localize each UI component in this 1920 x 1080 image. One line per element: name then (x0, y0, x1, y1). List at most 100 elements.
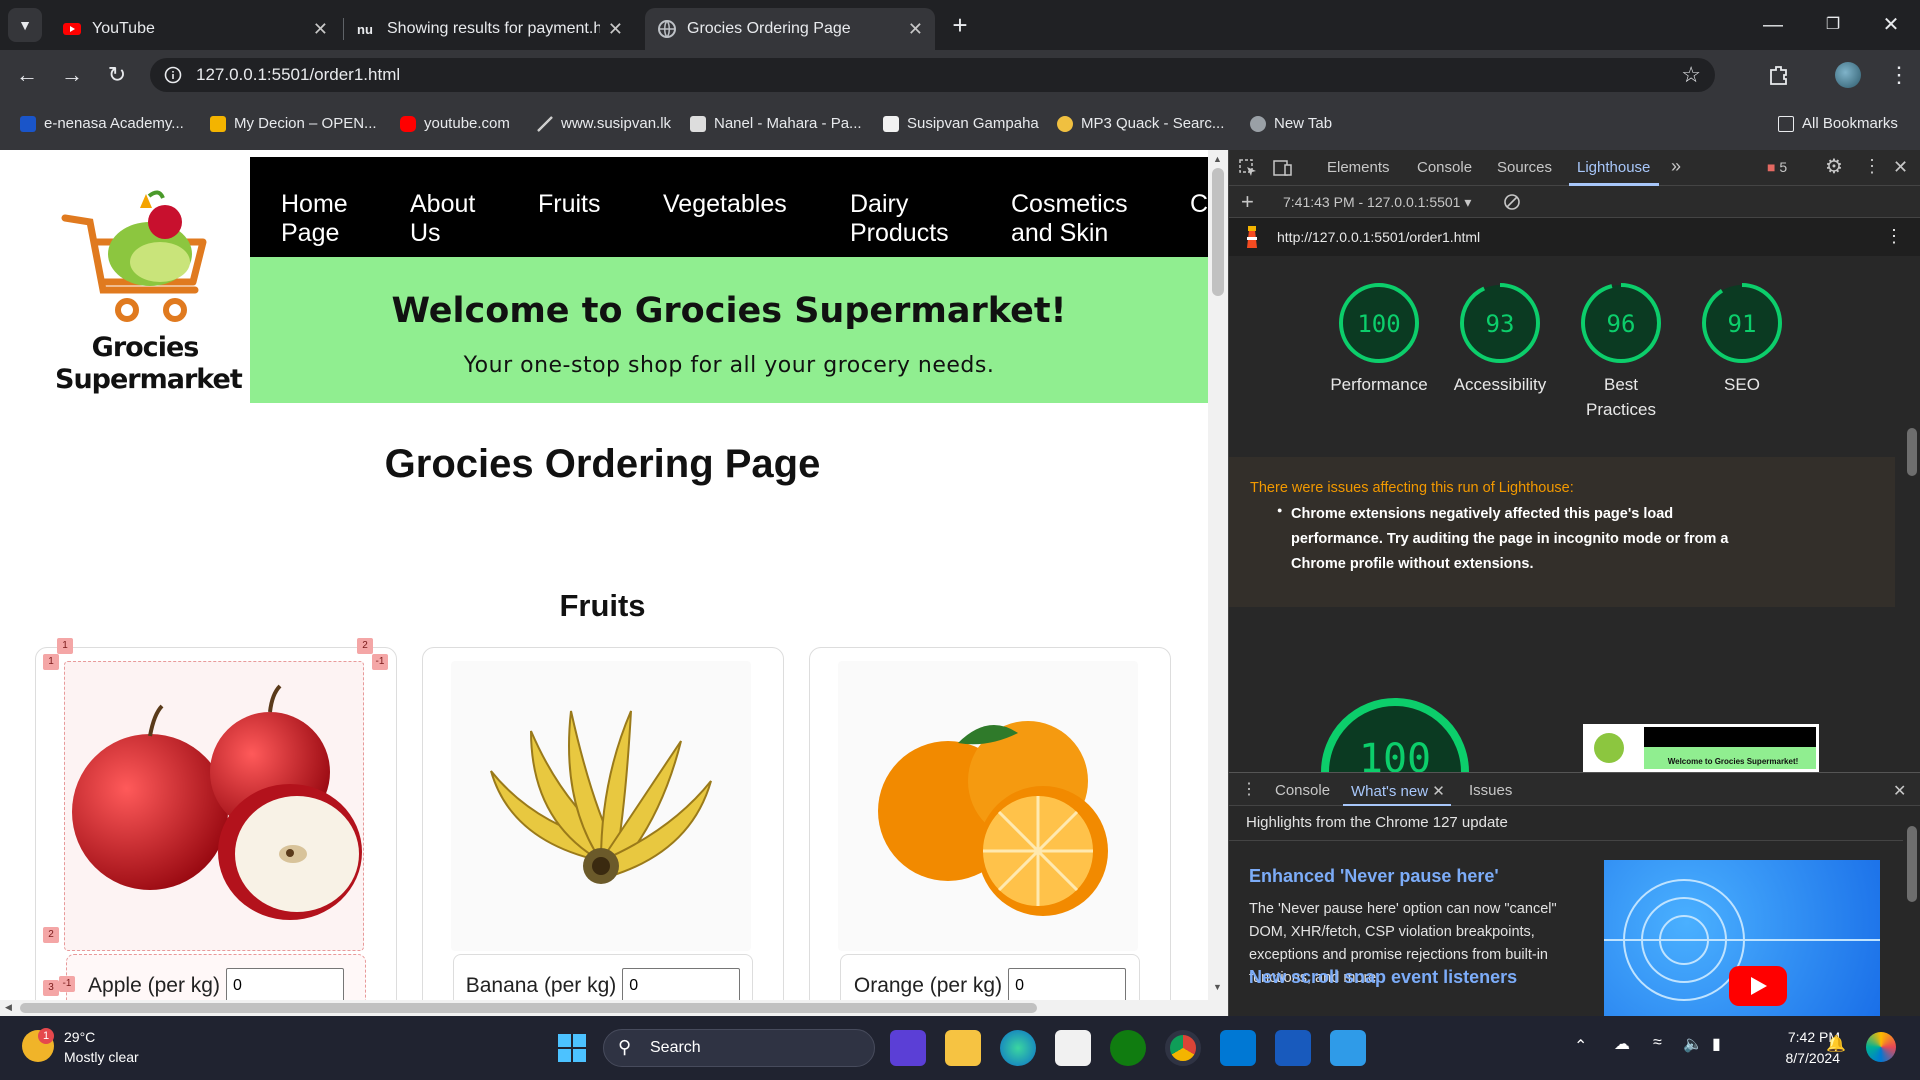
scroll-up-arrow[interactable]: ▲ (1213, 154, 1222, 164)
drawer-tab-console[interactable]: Console (1275, 782, 1330, 799)
scroll-thumb[interactable] (1907, 826, 1917, 902)
drawer-tab-whats-new[interactable]: What's new ✕ (1351, 782, 1445, 800)
close-tab-icon[interactable]: ✕ (608, 19, 623, 40)
browser-menu-icon[interactable]: ⋮ (1888, 60, 1910, 90)
bookmark-susipvan-gampaha[interactable]: Susipvan Gampaha (883, 115, 1039, 132)
nav-more[interactable]: C (1190, 190, 1208, 219)
youtube-play-icon[interactable] (1729, 966, 1787, 1006)
devtools-vertical-scrollbar[interactable] (1903, 408, 1920, 768)
chrome-icon[interactable] (1165, 1030, 1201, 1066)
bookmark-star-icon[interactable]: ☆ (1681, 58, 1701, 92)
apple-qty-input[interactable] (225, 968, 344, 1004)
scroll-thumb[interactable] (20, 1003, 1037, 1013)
site-info-icon[interactable] (164, 66, 182, 84)
bookmark-youtube[interactable]: youtube.com (400, 115, 510, 132)
browser-tab-grocies[interactable]: Grocies Ordering Page ✕ (645, 8, 935, 50)
news-title-2[interactable]: New scroll snap event listeners (1249, 967, 1517, 989)
restore-button[interactable]: ❐ (1810, 10, 1856, 40)
taskbar-search[interactable]: ⚲ Search (603, 1029, 875, 1067)
bookmark-mp3quack[interactable]: MP3 Quack - Searc... (1057, 115, 1224, 132)
score-accessibility[interactable]: 93 Accessibility (1445, 280, 1555, 397)
inspect-element-icon[interactable] (1239, 159, 1257, 177)
news-title[interactable]: Enhanced 'Never pause here' (1249, 866, 1499, 887)
close-window-button[interactable]: ✕ (1868, 10, 1914, 40)
minimize-button[interactable]: — (1750, 10, 1796, 40)
scroll-down-arrow[interactable]: ▼ (1213, 982, 1222, 992)
tab-search-button[interactable]: ▼ (8, 8, 42, 42)
devtools-tab-lighthouse[interactable]: Lighthouse (1577, 159, 1650, 176)
bookmark-nanel[interactable]: Nanel - Mahara - Pa... (690, 115, 862, 132)
clear-reports-icon[interactable] (1503, 193, 1521, 211)
drawer-menu-icon[interactable]: ⋮ (1241, 779, 1257, 799)
address-bar[interactable]: 127.0.0.1:5501/order1.html ☆ (150, 58, 1715, 92)
copilot-app-icon[interactable] (890, 1030, 926, 1066)
reload-button[interactable]: ↻ (102, 60, 132, 90)
widgets-icon[interactable] (1866, 1032, 1896, 1062)
nav-cosmetics[interactable]: Cosmetics and Skin (1011, 190, 1128, 248)
devtools-tab-elements[interactable]: Elements (1327, 159, 1390, 176)
word-icon[interactable] (1275, 1030, 1311, 1066)
profile-avatar[interactable] (1835, 62, 1861, 88)
start-button[interactable] (558, 1034, 586, 1062)
bookmark-enenasa[interactable]: e-nenasa Academy... (20, 115, 184, 132)
volume-icon[interactable]: 🔈 (1683, 1034, 1703, 1054)
clock-date[interactable]: 8/7/2024 (1740, 1050, 1841, 1066)
close-drawer-icon[interactable]: ✕ (1893, 781, 1906, 801)
xbox-icon[interactable] (1110, 1030, 1146, 1066)
devtools-tab-console[interactable]: Console (1417, 159, 1472, 176)
device-toolbar-icon[interactable] (1273, 159, 1293, 177)
score-performance[interactable]: 100 Performance (1324, 280, 1434, 397)
close-tab-icon[interactable]: ✕ (313, 19, 328, 40)
nav-dairy[interactable]: Dairy Products (850, 190, 949, 248)
settings-gear-icon[interactable]: ⚙ (1825, 154, 1843, 179)
score-best-practices[interactable]: 96 Best Practices (1566, 280, 1676, 422)
all-bookmarks-button[interactable]: All Bookmarks (1778, 115, 1898, 132)
app-icon[interactable] (1330, 1030, 1366, 1066)
notification-bell-icon[interactable]: 🔔 (1826, 1034, 1846, 1054)
file-explorer-icon[interactable] (945, 1030, 981, 1066)
page-vertical-scrollbar[interactable]: ▲ ▼ (1208, 150, 1228, 1000)
weather-widget[interactable]: 1 29°C Mostly clear (22, 1028, 162, 1068)
orange-qty-input[interactable] (1008, 968, 1127, 1004)
clock-time[interactable]: 7:42 PM (1740, 1029, 1840, 1045)
new-report-icon[interactable]: + (1241, 189, 1254, 215)
battery-icon[interactable]: ▮ (1712, 1034, 1721, 1054)
score-seo[interactable]: 91 SEO (1687, 280, 1797, 397)
error-badge[interactable]: ■ 5 (1767, 159, 1787, 175)
extensions-icon[interactable] (1768, 64, 1790, 86)
close-tab-icon[interactable]: ✕ (908, 19, 923, 40)
show-hidden-icons[interactable]: ⌃ (1574, 1036, 1587, 1056)
scroll-left-arrow[interactable]: ◀ (5, 1002, 12, 1013)
back-button[interactable]: ← (12, 60, 42, 90)
bookmark-susipvan[interactable]: www.susipvan.lk (537, 115, 671, 132)
page-horizontal-scrollbar[interactable]: ◀ (0, 1000, 1228, 1016)
drawer-tab-issues[interactable]: Issues (1469, 782, 1512, 799)
store-icon[interactable] (1055, 1030, 1091, 1066)
grid-line-marker: 2 (357, 638, 373, 654)
vpn-icon[interactable]: ☁ (1614, 1034, 1630, 1054)
nav-about[interactable]: About Us (410, 190, 475, 248)
bookmark-decion[interactable]: My Decion – OPEN... (210, 115, 377, 132)
nav-fruits[interactable]: Fruits (538, 190, 601, 219)
new-tab-button[interactable]: + (945, 10, 975, 40)
report-selector[interactable]: 7:41:43 PM - 127.0.0.1:5501 ▾ (1283, 194, 1471, 211)
banana-qty-input[interactable] (622, 968, 741, 1004)
nav-home[interactable]: Home Page (281, 190, 348, 248)
news-video-thumbnail[interactable] (1604, 860, 1880, 1016)
bookmark-new-tab[interactable]: New Tab (1250, 115, 1332, 132)
nav-vegetables[interactable]: Vegetables (663, 190, 787, 219)
browser-tab-payment[interactable]: nu Showing results for payment.ht ✕ (345, 8, 635, 50)
vscode-icon[interactable] (1220, 1030, 1256, 1066)
devtools-menu-icon[interactable]: ⋮ (1863, 156, 1881, 177)
edge-icon[interactable] (1000, 1030, 1036, 1066)
browser-tab-youtube[interactable]: YouTube ✕ (50, 8, 340, 50)
more-tabs-icon[interactable]: » (1671, 156, 1681, 177)
devtools-tab-sources[interactable]: Sources (1497, 159, 1552, 176)
forward-button[interactable]: → (57, 60, 87, 90)
wifi-icon[interactable]: ≈ (1653, 1034, 1662, 1052)
scroll-thumb[interactable] (1907, 428, 1917, 476)
close-devtools-icon[interactable]: ✕ (1893, 157, 1908, 178)
scroll-thumb[interactable] (1212, 168, 1224, 296)
drawer-scrollbar[interactable] (1903, 806, 1920, 1016)
url-menu-icon[interactable]: ⋮ (1885, 226, 1903, 247)
